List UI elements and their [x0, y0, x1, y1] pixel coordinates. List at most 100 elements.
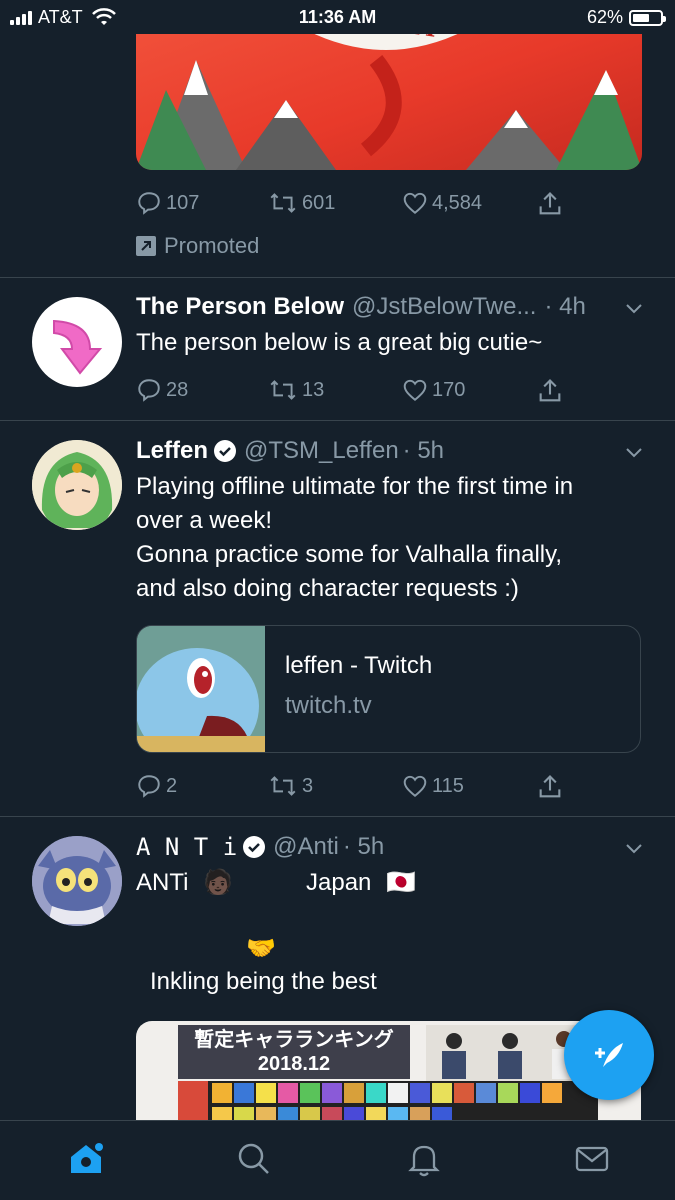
status-right: 62%: [586, 7, 666, 28]
handshake-emoji: 🤝: [246, 935, 276, 962]
tweet-text-line: ANTi 🧑🏿 Japan 🇯🇵: [136, 866, 656, 900]
reply-count: 2: [166, 774, 178, 797]
like-button[interactable]: 115: [402, 773, 464, 799]
tweet-divider: [0, 816, 675, 817]
reply-icon: [138, 379, 160, 402]
like-icon: [403, 192, 427, 215]
promoted-icon: [136, 236, 156, 256]
tweet-header: A N T i @Anti · 5h: [136, 833, 384, 861]
japan-flag-emoji: 🇯🇵: [386, 869, 416, 896]
tweet-header: The Person Below @JstBelowTwe... · 4h: [136, 293, 586, 321]
like-button[interactable]: 4,584: [402, 190, 482, 216]
avatar-illustration: [32, 836, 122, 926]
tab-notifications[interactable]: [404, 1139, 444, 1179]
tweet-time: · 5h: [342, 833, 385, 860]
clock: 11:36 AM: [298, 7, 377, 27]
retweet-icon: [270, 193, 296, 213]
reply-count: 28: [166, 378, 189, 401]
tweet-text-line: and also doing character requests :): [136, 575, 519, 602]
reply-count: 107: [166, 191, 200, 214]
tweet-actions: 28 13 170: [136, 377, 576, 407]
share-button[interactable]: [536, 190, 564, 218]
author-name[interactable]: A N T i: [136, 833, 237, 861]
avatar-the-person-below[interactable]: [32, 297, 122, 387]
avatar-anti[interactable]: [32, 836, 122, 926]
compose-icon: [595, 1043, 623, 1067]
card-title: leffen - Twitch: [285, 652, 433, 679]
retweet-count: 601: [302, 191, 336, 214]
card-domain: twitch.tv: [285, 692, 372, 719]
battery-icon: [629, 9, 666, 26]
author-name[interactable]: Leffen: [136, 437, 208, 465]
avatar-illustration: [32, 440, 122, 530]
tweet-text-line: over a week!: [136, 507, 273, 534]
retweet-count: 3: [302, 774, 314, 797]
chevron-down-icon[interactable]: [622, 836, 646, 860]
ranking-chart-image: [178, 1025, 641, 1120]
tweet-text-line: Inkling being the best: [150, 968, 377, 995]
tab-search[interactable]: [234, 1139, 274, 1179]
chevron-down-icon[interactable]: [622, 296, 646, 320]
link-card[interactable]: leffen - Twitch twitch.tv: [136, 625, 641, 753]
retweet-icon: [270, 776, 296, 796]
like-button[interactable]: 170: [402, 377, 465, 403]
tweet-header: Leffen @TSM_Leffen · 5h: [136, 437, 444, 465]
reply-button[interactable]: 2: [136, 773, 177, 799]
verified-badge-icon: [243, 836, 266, 858]
author-handle[interactable]: @TSM_Leffen: [244, 437, 399, 465]
share-icon: [539, 775, 561, 798]
like-count: 4,584: [432, 191, 483, 214]
like-count: 170: [432, 378, 466, 401]
text-anti: ANTi: [136, 869, 189, 896]
timeline-feed[interactable]: THAT 107 601 4,584 Promoted The Person: [0, 0, 675, 1120]
share-icon: [539, 192, 561, 215]
status-bar: AT&T 11:36 AM 62%: [0, 0, 675, 34]
home-icon: [71, 1143, 103, 1173]
retweet-button[interactable]: 3: [268, 773, 313, 799]
like-icon: [403, 775, 427, 798]
dark-skin-person-emoji: 🧑🏿: [203, 869, 234, 896]
tweet-media-image[interactable]: 暫定キャラランキング 2018.12: [136, 1021, 641, 1120]
retweet-button[interactable]: 601: [268, 190, 335, 216]
reply-icon: [138, 192, 160, 215]
tweet-text: The person below is a great big cutie~: [136, 326, 656, 360]
tweet-actions: 2 3 115: [136, 773, 576, 803]
chevron-down-icon[interactable]: [622, 440, 646, 464]
tweet-text-line: Playing offline ultimate for the first t…: [136, 473, 574, 500]
retweet-button[interactable]: 13: [268, 377, 324, 403]
messages-icon: [575, 1146, 609, 1172]
battery-percent: 62%: [586, 7, 623, 27]
squirtle-image: [137, 626, 265, 752]
promoted-indicator: Promoted: [136, 233, 259, 259]
retweet-icon: [270, 380, 296, 400]
retweet-count: 13: [302, 378, 325, 401]
like-count: 115: [432, 774, 464, 797]
tweet-text-line: Gonna practice some for Valhalla finally…: [136, 541, 562, 568]
promoted-tweet-actions: 107 601 4,584: [136, 190, 576, 220]
share-button[interactable]: [536, 773, 564, 801]
tab-messages[interactable]: [572, 1139, 612, 1179]
share-button[interactable]: [536, 377, 564, 405]
tweet-text-line: The person below is a great big cutie~: [136, 329, 543, 356]
share-icon: [539, 379, 561, 402]
reply-button[interactable]: 107: [136, 190, 199, 216]
reply-button[interactable]: 28: [136, 377, 188, 403]
author-name[interactable]: The Person Below: [136, 293, 344, 321]
search-icon: [238, 1143, 269, 1174]
tweet-divider: [0, 277, 675, 278]
battery-level: [633, 13, 649, 22]
promoted-label: Promoted: [164, 233, 260, 258]
tweet-text: Playing offline ultimate for the first t…: [136, 470, 656, 606]
tweet-divider: [0, 420, 675, 421]
bottom-tab-bar: [0, 1120, 675, 1200]
author-handle[interactable]: @Anti: [273, 833, 339, 861]
like-icon: [403, 379, 427, 402]
tweet-time: · 4h: [544, 293, 586, 320]
tweet-text: ANTi 🧑🏿 Japan 🇯🇵: [136, 866, 656, 900]
author-handle[interactable]: @JstBelowTwe...: [352, 293, 536, 321]
tab-home[interactable]: [66, 1139, 106, 1179]
avatar-leffen[interactable]: [32, 440, 122, 530]
pink-arrow-icon: [53, 319, 103, 375]
compose-tweet-button[interactable]: [564, 1010, 654, 1100]
verified-badge-icon: [214, 440, 236, 462]
